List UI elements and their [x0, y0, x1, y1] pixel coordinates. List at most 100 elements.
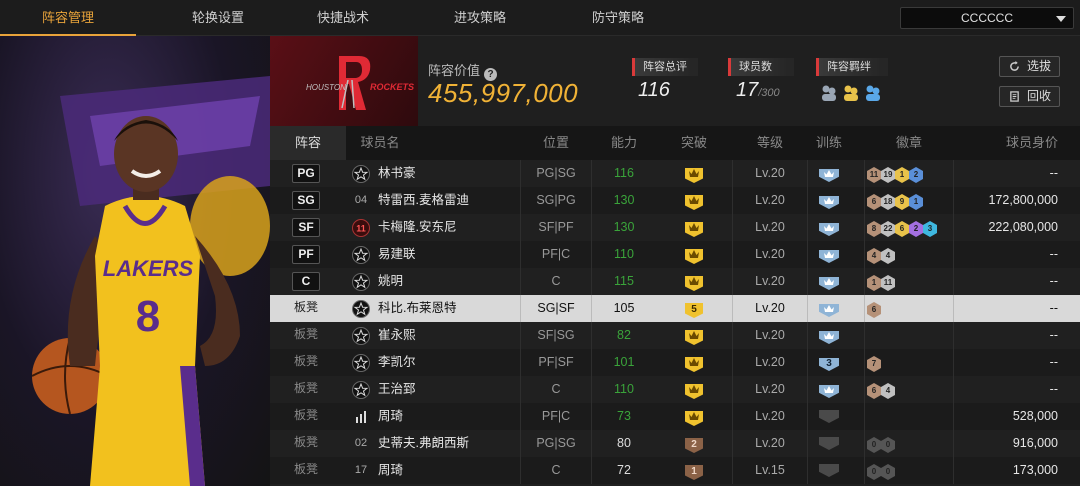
badge-hex-icon: 11: [867, 167, 881, 183]
player-name[interactable]: 崔永熙: [378, 322, 416, 349]
player-name[interactable]: 周琦: [378, 403, 403, 430]
bond-icons[interactable]: [820, 82, 890, 109]
table-row[interactable]: PG 林书豪 PG|SG 116 Lv.20 11 19 1 2 --: [270, 160, 1080, 187]
crown-icon: [685, 195, 703, 210]
breakthrough-badge: [656, 403, 732, 430]
training-badge: [808, 295, 850, 322]
player-name[interactable]: 易建联: [378, 241, 416, 268]
team-select-dropdown[interactable]: CCCCCC: [900, 7, 1074, 29]
lineup-slot[interactable]: 板凳: [292, 299, 320, 318]
player-value: 916,000: [1012, 436, 1058, 450]
lineup-slot[interactable]: SF: [292, 218, 320, 237]
tab-quick-tactics[interactable]: 快捷战术: [275, 0, 411, 36]
table-row[interactable]: 板凳 科比.布莱恩特 SG|SF 105 5 Lv.20 6 --: [270, 295, 1080, 322]
lineup-slot[interactable]: PG: [292, 164, 320, 183]
col-level[interactable]: 等级: [732, 126, 808, 160]
team-header: HOUSTON ROCKETS 阵容价值? 455,997,000 阵容总评 1…: [270, 36, 1080, 126]
recycle-button[interactable]: 回收: [999, 86, 1060, 107]
col-position[interactable]: 位置: [520, 126, 592, 160]
tab-offense[interactable]: 进攻策略: [412, 0, 548, 36]
player-level: Lv.20: [732, 268, 808, 295]
training-empty-icon: [819, 410, 839, 423]
player-position: PG|SG: [520, 160, 592, 187]
badge-hex-icon: 18: [881, 194, 895, 210]
badge-hex-icon: 4: [867, 248, 881, 264]
star-icon: [352, 273, 370, 291]
player-name[interactable]: 姚明: [378, 268, 403, 295]
col-power[interactable]: 能力: [592, 126, 656, 160]
table-row[interactable]: 板凳 17 周琦 C 72 1 Lv.15 0 0 173,000: [270, 457, 1080, 484]
table-row[interactable]: 板凳 02 史蒂夫.弗朗西斯 PG|SG 80 2 Lv.20 0 0 916,000: [270, 430, 1080, 457]
badge-list: 11 19 1 2: [864, 160, 954, 187]
badge-hex-icon: 6: [895, 221, 909, 237]
player-position: SF|SG: [520, 322, 592, 349]
training-badge: [808, 376, 850, 403]
col-lineup[interactable]: 阵容: [270, 126, 346, 160]
player-name[interactable]: 周琦: [378, 457, 403, 484]
player-level: Lv.20: [732, 241, 808, 268]
lineup-slot[interactable]: 板凳: [292, 326, 320, 345]
player-level: Lv.20: [732, 430, 808, 457]
player-name[interactable]: 特雷西.麦格雷迪: [378, 187, 469, 214]
breakthrough-badge: [656, 376, 732, 403]
svg-text:LAKERS: LAKERS: [103, 256, 194, 281]
player-value: 528,000: [1012, 409, 1058, 423]
lineup-slot[interactable]: 板凳: [292, 380, 320, 399]
lineup-slot[interactable]: 板凳: [292, 461, 320, 480]
lineup-slot[interactable]: C: [292, 272, 320, 291]
star-icon: [352, 165, 370, 183]
tab-rotation[interactable]: 轮换设置: [150, 0, 286, 36]
col-name[interactable]: 球员名: [350, 126, 410, 160]
training-empty-icon: [819, 437, 839, 450]
badge-list: 00: [864, 430, 954, 457]
training-crown-icon: [819, 169, 839, 182]
crown-icon: [685, 222, 703, 237]
player-power: 115: [614, 274, 634, 288]
table-row[interactable]: 板凳 李凯尔 PF|SF 101 Lv.20 3 7 --: [270, 349, 1080, 376]
training-badge: [808, 160, 850, 187]
star-icon: [352, 381, 370, 399]
col-badges[interactable]: 徽章: [864, 126, 954, 160]
team-value: 455,997,000: [428, 78, 579, 108]
table-row[interactable]: PF 易建联 PF|C 110 Lv.20 4 4 --: [270, 241, 1080, 268]
player-position: PF|C: [520, 403, 592, 430]
player-power: 105: [613, 301, 635, 315]
lineup-slot[interactable]: SG: [292, 191, 320, 210]
col-value[interactable]: 球员身价: [960, 126, 1058, 160]
player-level: Lv.20: [732, 349, 808, 376]
tab-lineup[interactable]: 阵容管理: [0, 0, 136, 36]
player-name[interactable]: 卡梅隆.安东尼: [378, 214, 456, 241]
select-button[interactable]: 选拔: [999, 56, 1060, 77]
stat-overall-label: 阵容总评: [632, 58, 698, 76]
badge-list: 00: [864, 457, 954, 484]
player-level: Lv.20: [732, 295, 808, 322]
player-name[interactable]: 林书豪: [378, 160, 416, 187]
col-breakthrough[interactable]: 突破: [656, 126, 732, 160]
player-position: C: [520, 457, 592, 484]
table-row[interactable]: SG 04 特雷西.麦格雷迪 SG|PG 130 Lv.20 6 18 9 1 172,800,00…: [270, 187, 1080, 214]
tab-defense[interactable]: 防守策略: [550, 0, 686, 36]
training-crown-icon: [819, 385, 839, 398]
player-name[interactable]: 王治郅: [378, 376, 416, 403]
table-row[interactable]: 板凳 王治郅 C 110 Lv.20 6 4 --: [270, 376, 1080, 403]
lineup-slot[interactable]: PF: [292, 245, 320, 264]
lineup-slot[interactable]: 板凳: [292, 353, 320, 372]
table-row[interactable]: 板凳 崔永熙 SF|SG 82 Lv.20 --: [270, 322, 1080, 349]
svg-text:HOUSTON: HOUSTON: [306, 83, 346, 92]
training-badge: [808, 430, 850, 457]
lineup-slot[interactable]: 板凳: [292, 434, 320, 453]
player-name[interactable]: 科比.布莱恩特: [378, 295, 456, 322]
player-name[interactable]: 史蒂夫.弗朗西斯: [378, 430, 469, 457]
table-row[interactable]: C 姚明 C 115 Lv.20 1 11 --: [270, 268, 1080, 295]
breakthrough-badge: [656, 349, 732, 376]
team-select-value: CCCCCC: [961, 11, 1013, 25]
col-training[interactable]: 训练: [808, 126, 850, 160]
player-power: 73: [617, 409, 631, 423]
crown-icon: [685, 249, 703, 264]
player-name[interactable]: 李凯尔: [378, 349, 416, 376]
table-row[interactable]: 板凳 周琦 PF|C 73 Lv.20 528,000: [270, 403, 1080, 430]
badge-list: 6: [864, 295, 954, 322]
lineup-slot[interactable]: 板凳: [292, 407, 320, 426]
player-power: 116: [614, 166, 634, 180]
table-row[interactable]: SF 11 卡梅隆.安东尼 SF|PF 130 Lv.20 8 22 6 2 3 222,080,00…: [270, 214, 1080, 241]
